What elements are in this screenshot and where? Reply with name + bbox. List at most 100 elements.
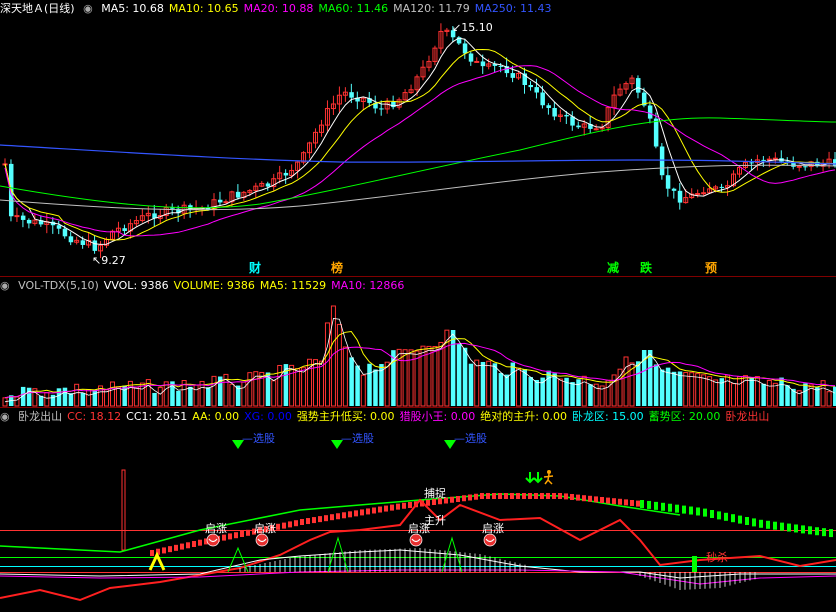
fall-band-block [731, 514, 735, 523]
volume-bar [635, 361, 641, 406]
volume-bar [683, 372, 689, 407]
volume-panel [2, 305, 836, 407]
volume-bar [665, 367, 671, 406]
fall-band-block [822, 528, 826, 537]
event-marker-2: 减 [607, 260, 619, 275]
fall-band-block [759, 519, 763, 528]
volume-bar [581, 375, 587, 407]
volume-bar [659, 369, 665, 406]
fall-band-block [696, 507, 700, 516]
event-marker-4: 预 [705, 261, 717, 275]
volume-bar [731, 383, 737, 407]
rise-band-block [318, 516, 322, 523]
volume-bar [713, 379, 719, 407]
rise-band-block [330, 514, 334, 521]
volume-bar [803, 383, 808, 406]
rise-band-block [246, 529, 250, 536]
rise-band-block [180, 543, 184, 550]
candle-body [540, 92, 545, 106]
volume-bar [360, 374, 366, 407]
volume-bar [701, 374, 707, 407]
volume-bar [313, 359, 319, 407]
rise-band-block [408, 502, 412, 508]
rise-band-block [540, 493, 544, 499]
volume-bar [318, 360, 324, 407]
volume-bar [653, 364, 659, 406]
volume-bar [289, 364, 295, 407]
xg-marker-1-text: —选股 [341, 432, 374, 445]
low-price-label: ↖9.27 [92, 254, 126, 267]
volume-bar [677, 371, 683, 406]
rise-band-block [486, 493, 490, 499]
volume-bar [342, 346, 348, 407]
fall-band-block [689, 506, 693, 515]
candle-body [695, 193, 701, 196]
rise-band-block [426, 499, 430, 506]
event-marker-0: 财 [248, 260, 261, 275]
volume-bar [373, 369, 378, 406]
rise-band-block [354, 510, 358, 517]
fall-band-block [787, 523, 791, 532]
rise-band-block [342, 512, 346, 519]
volume-bar [384, 361, 390, 407]
volume-bar [229, 383, 235, 407]
volume-bar [516, 367, 522, 407]
volume-bar [14, 396, 20, 407]
xg-marker-0-text: —选股 [242, 432, 275, 445]
rise-band-block [378, 506, 382, 513]
fall-band-block [780, 522, 784, 531]
candle-body [265, 183, 271, 187]
volume-bar [611, 374, 617, 407]
rise-band-block [228, 533, 232, 540]
rise-band-block [300, 519, 304, 525]
down-arrow-icon [525, 472, 535, 484]
volume-bar [540, 377, 545, 406]
rise-band-block [480, 493, 484, 499]
candle-body [719, 186, 725, 188]
xg-marker-2-text: —选股 [454, 432, 487, 445]
volume-bar [462, 347, 468, 406]
volume-bar [133, 386, 139, 407]
candle-body [510, 73, 516, 78]
volume-bar [109, 381, 115, 407]
volume-bar [480, 361, 486, 406]
rise-band-block [630, 500, 634, 506]
fall-band-block [668, 503, 672, 512]
candle-body [14, 215, 20, 218]
rise-band-block [528, 493, 532, 499]
rise-band-block [402, 502, 406, 509]
fall-band-block [745, 517, 749, 525]
volume-bar [247, 372, 253, 407]
rise-band-block [450, 496, 454, 503]
candle-body [671, 188, 677, 191]
volume-bar [176, 390, 181, 406]
rise-band-block [582, 495, 586, 502]
volume-bar [689, 372, 695, 407]
candle-body [498, 65, 504, 67]
volume-bar [271, 380, 277, 407]
rise-band-block [624, 499, 628, 506]
volume-bar [324, 322, 330, 407]
candle-body [552, 107, 557, 117]
candle-body [528, 85, 533, 88]
rise-band-block [636, 500, 640, 507]
qizhang-ball-icon-0 [206, 533, 220, 547]
rise-band-block [348, 511, 352, 518]
fall-band-block [703, 508, 707, 517]
rise-band-block [504, 493, 508, 499]
rise-band-block [606, 497, 610, 504]
candle-body [534, 87, 539, 93]
volume-bar [671, 371, 677, 406]
volume-bar [432, 345, 438, 407]
volume-bar [152, 392, 157, 406]
candle-body [80, 240, 86, 245]
candle-body [56, 225, 62, 229]
volume-bar [277, 364, 283, 407]
volume-bar [736, 376, 742, 407]
candle-body [223, 201, 229, 204]
volume-bar [468, 363, 474, 406]
fall-band-block [808, 526, 812, 535]
rise-band-block [192, 541, 196, 547]
candle-body [62, 228, 68, 237]
stock-chart[interactable]: ↙15.10↖9.27财榜减跌预秒杀—选股 —选股 —选股启涨 启涨 启涨 启涨捕捉主升 [0, 0, 836, 612]
